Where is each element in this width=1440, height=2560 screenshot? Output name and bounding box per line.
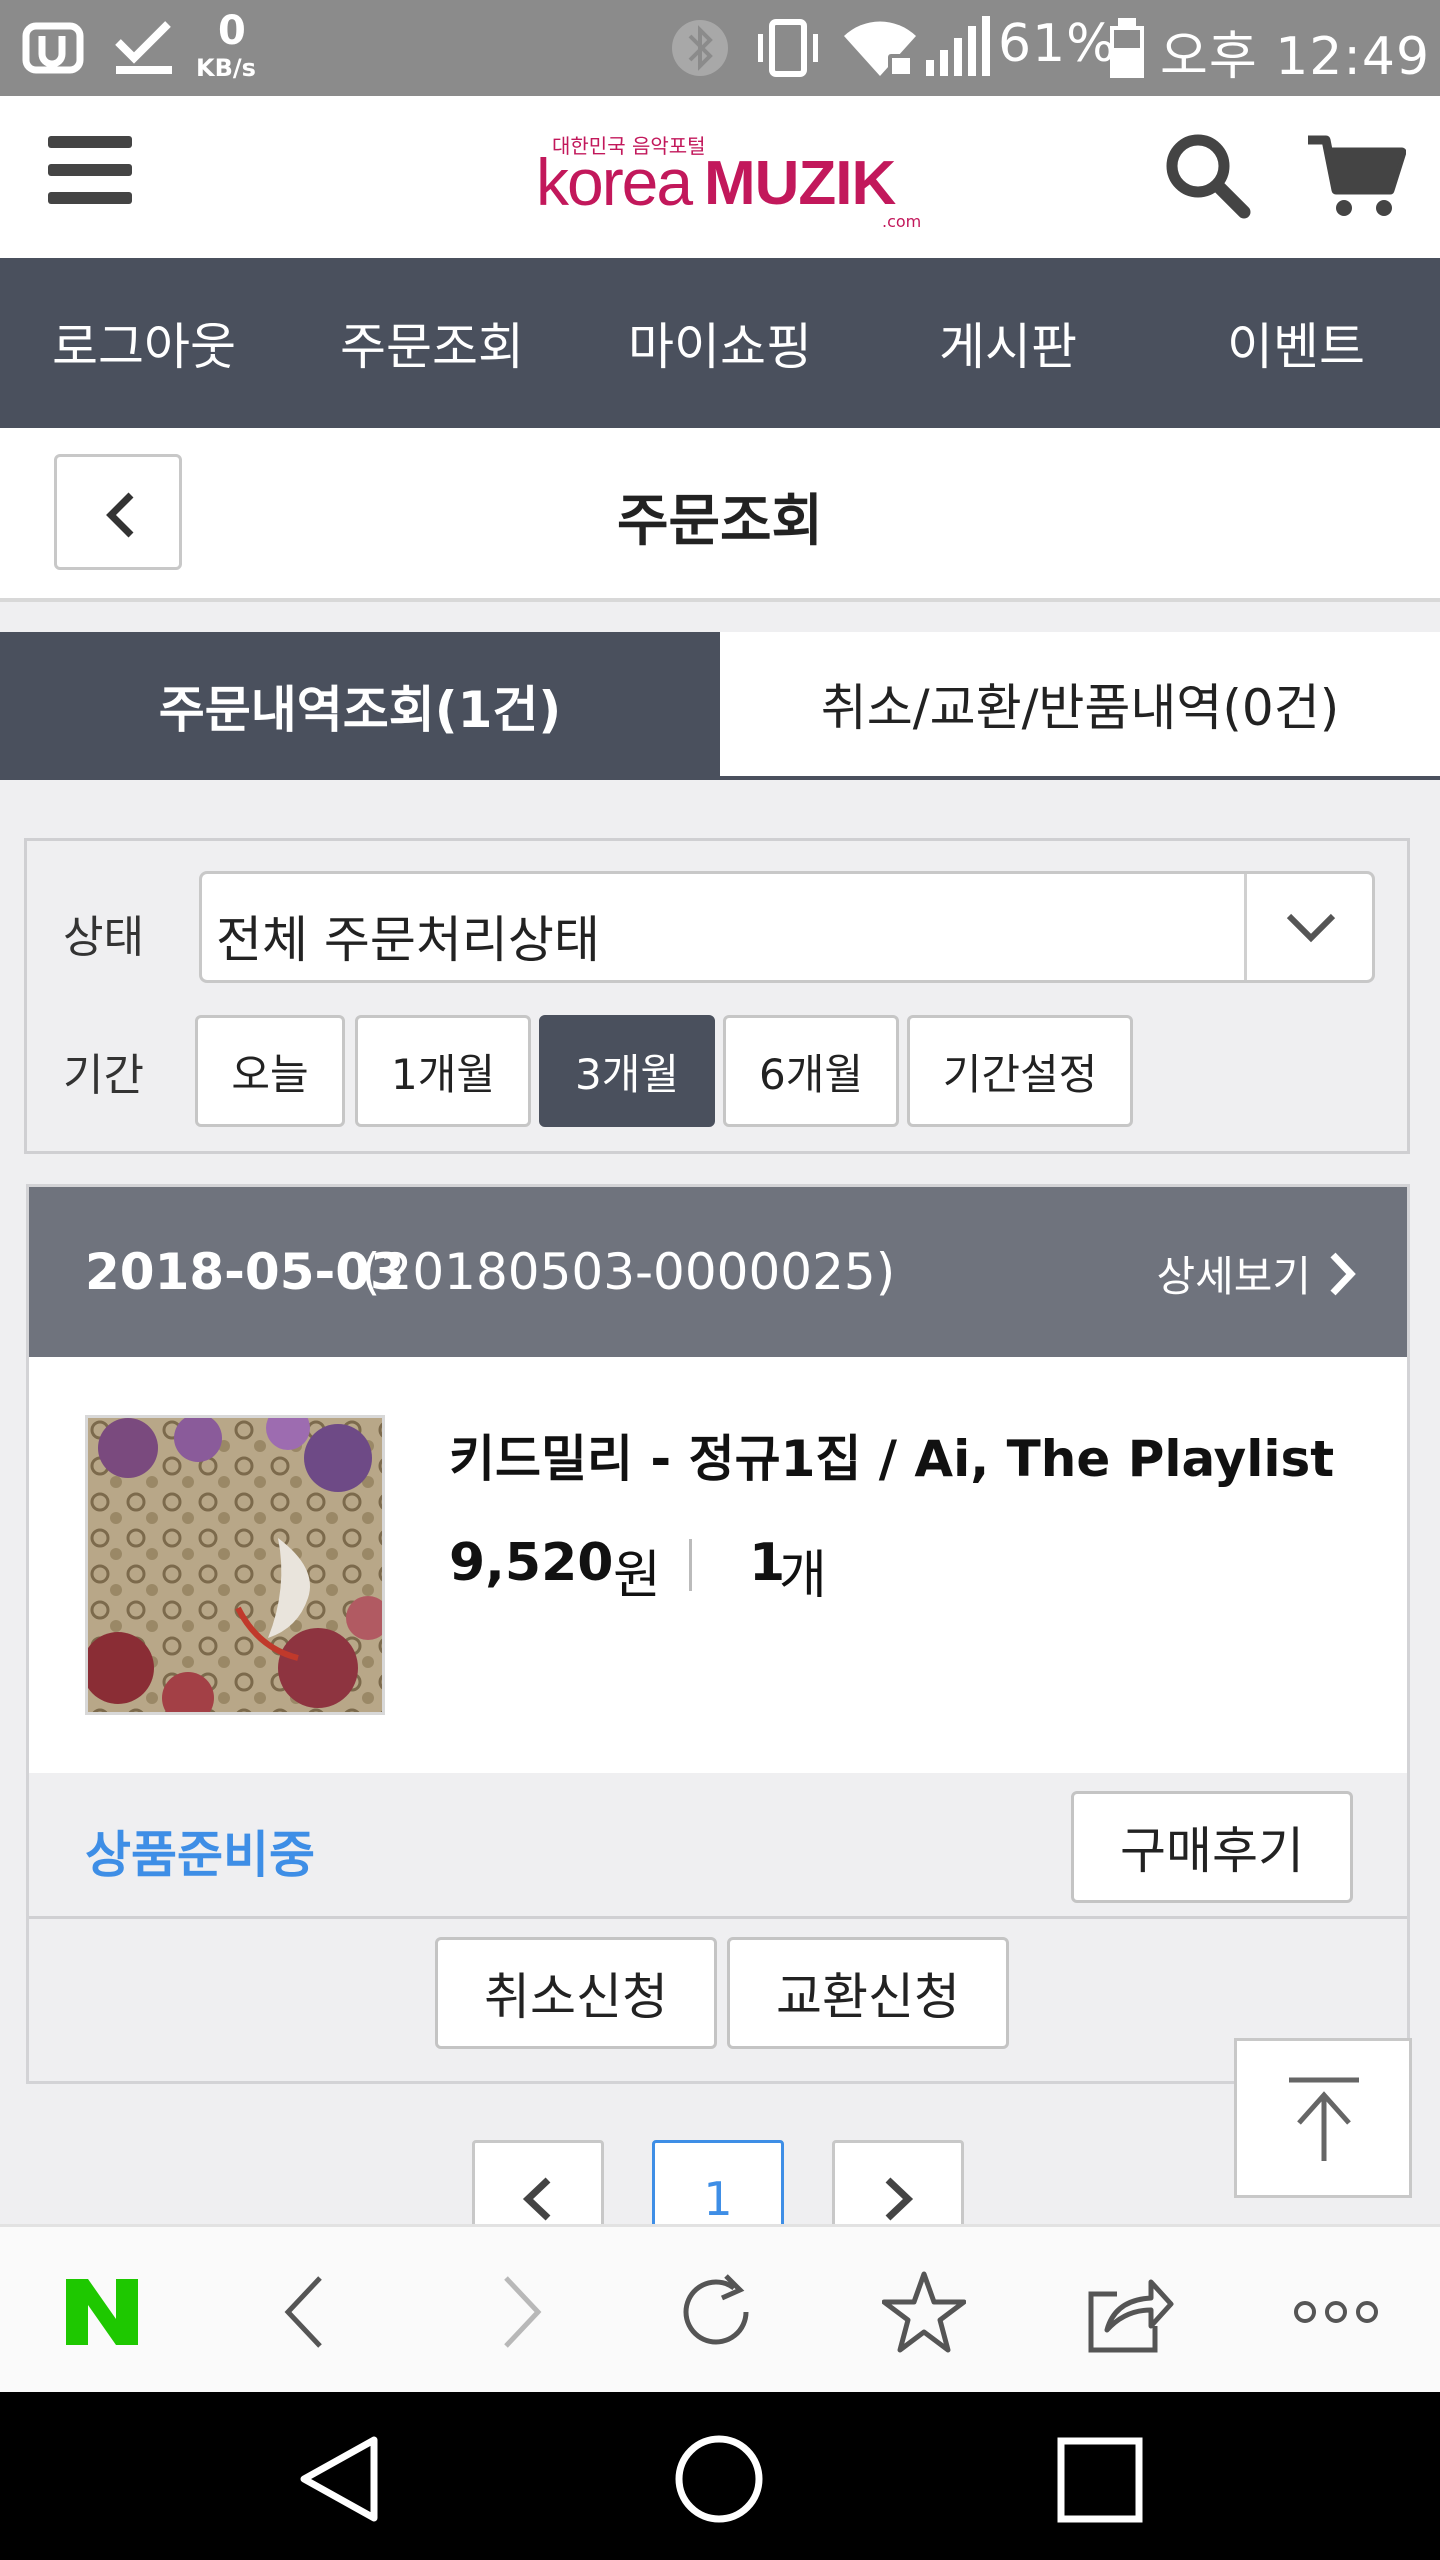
tab-cancel-exchange-return[interactable]: 취소/교환/반품내역(0건) xyxy=(720,632,1440,780)
refresh-icon xyxy=(683,2274,749,2345)
order-detail-link[interactable]: 상세보기 xyxy=(1156,1243,1357,1304)
price-unit: 원 xyxy=(613,1546,661,1606)
detail-link-label: 상세보기 xyxy=(1156,1252,1311,1301)
order-filter: 상태 전체 주문처리상태 기간 오늘 1개월 3개월 6개월 기간설정 xyxy=(24,838,1410,1154)
browser-bookmark-button[interactable] xyxy=(874,2267,974,2357)
logo-muzik: MUZIK xyxy=(704,149,896,218)
home-circle-icon[interactable] xyxy=(672,2432,766,2526)
status-select-value: 전체 주문처리상태 xyxy=(216,911,600,969)
back-icon xyxy=(284,2276,322,2348)
main-nav: 로그아웃 주문조회 마이쇼핑 게시판 이벤트 xyxy=(0,258,1440,428)
app-notification-icon xyxy=(22,22,84,74)
nav-board[interactable]: 게시판 xyxy=(864,258,1152,428)
status-filter-label: 상태 xyxy=(63,912,144,963)
vibrate-icon xyxy=(758,19,818,77)
order-status-row: 상품준비중 구매후기 xyxy=(29,1773,1407,1919)
status-bar: 0 KB/s 61% 오후 12:49 xyxy=(0,0,1440,96)
recents-square-icon[interactable] xyxy=(1056,2436,1144,2524)
forward-icon xyxy=(504,2276,542,2348)
more-icon xyxy=(1294,2301,1378,2323)
browser-forward-button[interactable] xyxy=(470,2267,570,2357)
star-icon xyxy=(882,2271,966,2353)
nav-my-shopping[interactable]: 마이쇼핑 xyxy=(576,258,864,428)
period-6month-button[interactable]: 6개월 xyxy=(723,1015,899,1127)
product-price: 9,520 xyxy=(449,1533,614,1593)
period-1month-button[interactable]: 1개월 xyxy=(355,1015,531,1127)
browser-share-button[interactable] xyxy=(1080,2267,1180,2357)
order-number: (20180503-0000025) xyxy=(361,1243,896,1301)
bluetooth-icon xyxy=(672,20,728,76)
select-arrow[interactable] xyxy=(1244,874,1372,980)
page-title-bar: 주문조회 xyxy=(0,428,1440,602)
order-header: 2018-05-03 (20180503-0000025) 상세보기 xyxy=(29,1187,1407,1357)
share-icon xyxy=(1088,2279,1174,2353)
hamburger-menu-icon[interactable] xyxy=(48,134,132,206)
browser-more-button[interactable] xyxy=(1286,2267,1386,2357)
cart-icon[interactable] xyxy=(1306,130,1406,220)
wifi-icon xyxy=(844,21,916,77)
site-logo[interactable]: 대한민국 음악포털 korea MUZIK .com xyxy=(536,130,926,231)
cancel-request-button[interactable]: 취소신청 xyxy=(435,1937,717,2049)
album-artwork xyxy=(88,1418,382,1712)
chevron-right-icon xyxy=(1330,1252,1356,1295)
status-select[interactable]: 전체 주문처리상태 xyxy=(199,871,1375,983)
site-header: 대한민국 음악포털 korea MUZIK .com xyxy=(0,96,1440,258)
product-name[interactable]: 키드밀리 - 정규1집 / Ai, The Playlist xyxy=(449,1419,1334,1491)
logo-com: .com xyxy=(882,212,922,231)
back-triangle-icon[interactable] xyxy=(296,2434,382,2524)
battery-percent: 61% xyxy=(998,14,1117,74)
period-filter-label: 기간 xyxy=(63,1050,144,1101)
search-icon[interactable] xyxy=(1162,130,1252,220)
chevron-left-icon xyxy=(522,2177,551,2221)
browser-back-button[interactable] xyxy=(256,2267,356,2357)
order-date: 2018-05-03 xyxy=(85,1243,405,1301)
order-tabs: 주문내역조회(1건) 취소/교환/반품내역(0건) xyxy=(0,632,1440,780)
period-custom-button[interactable]: 기간설정 xyxy=(907,1015,1133,1127)
order-card: 2018-05-03 (20180503-0000025) 상세보기 키드밀리 … xyxy=(26,1184,1410,2084)
chevron-right-icon xyxy=(885,2177,914,2221)
system-navigation-bar xyxy=(0,2392,1440,2560)
nav-order-lookup[interactable]: 주문조회 xyxy=(288,258,576,428)
period-3month-button[interactable]: 3개월 xyxy=(539,1015,715,1127)
album-cover-image[interactable] xyxy=(85,1415,385,1715)
browser-toolbar xyxy=(0,2224,1440,2392)
signal-icon xyxy=(926,16,990,76)
battery-icon xyxy=(1110,18,1144,78)
scroll-to-top-button[interactable] xyxy=(1234,2038,1412,2198)
network-speed-value: 0 xyxy=(218,8,246,54)
nav-logout[interactable]: 로그아웃 xyxy=(0,258,288,428)
divider xyxy=(689,1539,692,1591)
exchange-request-button[interactable]: 교환신청 xyxy=(727,1937,1009,2049)
network-speed-unit: KB/s xyxy=(196,54,256,82)
download-done-icon xyxy=(115,21,172,74)
logo-korea: korea xyxy=(536,145,693,219)
naver-icon xyxy=(66,2279,138,2345)
period-today-button[interactable]: 오늘 xyxy=(195,1015,345,1127)
tab-order-history[interactable]: 주문내역조회(1건) xyxy=(0,632,720,780)
naver-home-button[interactable] xyxy=(52,2267,152,2357)
chevron-down-icon xyxy=(1286,913,1336,943)
order-status: 상품준비중 xyxy=(85,1826,315,1884)
clock: 오후 12:49 xyxy=(1160,27,1431,87)
browser-refresh-button[interactable] xyxy=(668,2267,768,2357)
order-actions: 취소신청 교환신청 xyxy=(29,1919,1407,2081)
arrow-up-icon xyxy=(1289,2077,1359,2161)
nav-event[interactable]: 이벤트 xyxy=(1152,258,1440,428)
page-title: 주문조회 xyxy=(616,489,824,554)
quantity-unit: 개 xyxy=(779,1546,827,1606)
write-review-button[interactable]: 구매후기 xyxy=(1071,1791,1353,1903)
